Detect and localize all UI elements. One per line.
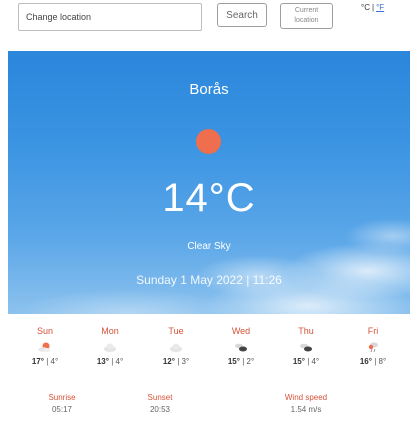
- forecast-day: Thu 15° | 4°: [276, 326, 336, 366]
- forecast-day: Tue 12° | 3°: [146, 326, 206, 366]
- forecast-day-name: Thu: [298, 326, 314, 336]
- current-weather-panel: Borås 14°C Clear Sky Sunday 1 May 2022 |…: [8, 51, 410, 314]
- forecast-temps: 15° | 4°: [292, 357, 320, 366]
- forecast-temps: 16° | 8°: [359, 357, 387, 366]
- forecast-day: Sun 17° | 4°: [15, 326, 75, 366]
- cloud-icon: [104, 343, 116, 352]
- forecast-day-name: Mon: [101, 326, 119, 336]
- forecast-temps: 15° | 2°: [227, 357, 255, 366]
- sunset-label: Sunset: [147, 393, 173, 402]
- rain-icon: [368, 342, 378, 353]
- unit-separator: |: [371, 3, 375, 12]
- date-time: Sunday 1 May 2022 | 11:26: [136, 273, 282, 287]
- broken-clouds-icon: [300, 343, 312, 352]
- forecast-temps: 17° | 4°: [31, 357, 59, 366]
- cloud-icon: [170, 343, 182, 352]
- weather-condition: Clear Sky: [187, 241, 231, 252]
- wind-speed-detail: Wind speed 1.54 m/s: [271, 393, 341, 414]
- forecast-day: Mon 13° | 4°: [80, 326, 140, 366]
- current-location-button[interactable]: Current location: [280, 3, 333, 29]
- sun-icon: [196, 129, 221, 154]
- unit-toggle: °C | °F: [361, 3, 384, 12]
- forecast-day-name: Fri: [367, 326, 379, 336]
- partly-sunny-icon: [38, 342, 51, 352]
- forecast-day: Fri 16° | 8°: [343, 326, 403, 366]
- forecast-day-name: Tue: [168, 326, 184, 336]
- sunrise-detail: Sunrise 05:17: [27, 393, 97, 414]
- sunrise-value: 05:17: [51, 405, 73, 414]
- sunset-detail: Sunset 20:53: [125, 393, 195, 414]
- fahrenheit-link[interactable]: °F: [376, 3, 384, 12]
- wind-speed-value: 1.54 m/s: [290, 405, 322, 414]
- forecast-temps: 12° | 3°: [162, 357, 190, 366]
- city-name: Borås: [189, 81, 229, 98]
- sunset-value: 20:53: [149, 405, 171, 414]
- forecast-day-name: Wed: [231, 326, 251, 336]
- sunrise-label: Sunrise: [48, 393, 76, 402]
- celsius-unit: °C: [361, 3, 370, 12]
- forecast-day-name: Sun: [36, 326, 53, 336]
- broken-clouds-icon: [235, 343, 247, 352]
- search-button[interactable]: Search: [217, 3, 267, 27]
- forecast-row: Sun 17° | 4° Mon 13° | 4° Tue 12° | 3° W…: [0, 326, 419, 372]
- forecast-day: Wed 15° | 2°: [211, 326, 271, 366]
- wind-speed-label: Wind speed: [284, 393, 328, 402]
- current-temperature: 14°C: [162, 176, 256, 220]
- forecast-temps: 13° | 4°: [96, 357, 124, 366]
- location-input[interactable]: [18, 3, 202, 31]
